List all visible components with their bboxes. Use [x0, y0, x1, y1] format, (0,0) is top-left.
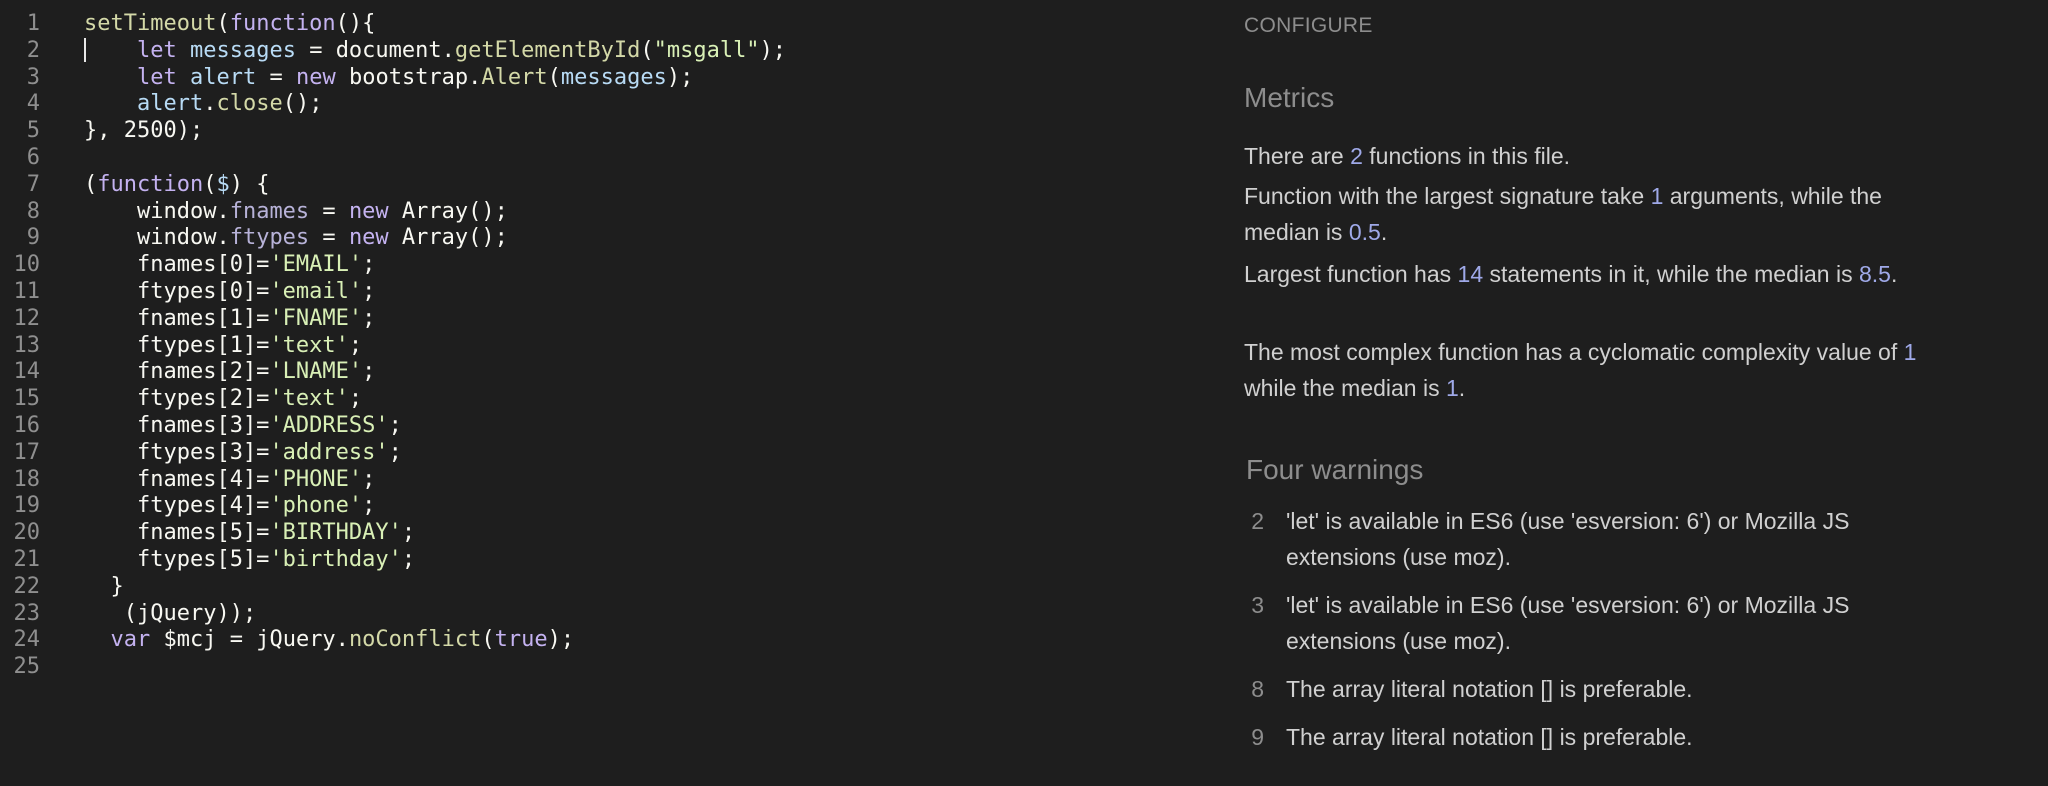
line-number: 5	[26, 118, 40, 144]
metric-function-count: There are 2 functions in this file.	[1244, 143, 1571, 169]
line-number: 19	[13, 493, 41, 519]
metric-value: 1	[1903, 339, 1917, 365]
code-text: fnames[5]='BIRTHDAY';	[84, 520, 416, 546]
line-number: 20	[13, 520, 41, 546]
warning-message: The array literal notation [] is prefera…	[1286, 676, 1693, 702]
warning-line-number: 8	[1251, 676, 1264, 702]
metric-value: 0.5	[1348, 219, 1381, 245]
line-number: 22	[13, 573, 41, 599]
metric-value: 1	[1650, 183, 1664, 209]
code-text: ftypes[3]='address';	[84, 439, 402, 465]
code-text: ftypes[1]='text';	[84, 332, 363, 358]
line-number: 17	[13, 439, 41, 465]
line-number: 3	[26, 64, 40, 90]
metric-statement-count: Largest function has 14 statements in it…	[1244, 261, 1898, 287]
code-text: ftypes[4]='phone';	[84, 493, 376, 519]
code-text: let messages = document.getElementById("…	[136, 37, 787, 63]
line-number: 1	[26, 11, 40, 36]
code-text: fnames[4]='PHONE';	[84, 466, 376, 492]
metric-cyclomatic-complexity: The most complex function has a cyclomat…	[1244, 339, 1917, 401]
warning-line-number: 2	[1251, 508, 1264, 534]
line-number: 25	[13, 654, 41, 680]
metrics-heading: Metrics	[1244, 82, 1335, 113]
code-text: ftypes[5]='birthday';	[84, 547, 416, 572]
line-number: 16	[13, 413, 41, 438]
code-text: ftypes[0]='email';	[84, 279, 376, 304]
line-number: 4	[26, 91, 40, 117]
code-text: (function($) {	[84, 171, 270, 197]
code-text: fnames[0]='EMAIL';	[84, 252, 376, 278]
warnings-heading: Four warnings	[1246, 454, 1424, 485]
metric-value: 14	[1457, 261, 1484, 287]
line-number: 15	[13, 386, 41, 412]
code-text: var $mcj = jQuery.noConflict(true);	[110, 627, 575, 653]
warning-message: 'let' is available in ES6 (use 'esversio…	[1286, 508, 1850, 570]
code-text: (jQuery));	[84, 600, 257, 626]
metric-signature-size: Function with the largest signature take…	[1244, 183, 1882, 245]
line-number: 11	[13, 279, 41, 304]
metric-value: 8.5	[1858, 261, 1891, 287]
code-text: let alert = new bootstrap.Alert(messages…	[136, 64, 694, 90]
line-number: 24	[13, 627, 41, 653]
line-number: 13	[13, 332, 41, 358]
line-number: 12	[13, 305, 41, 331]
line-number: 2	[26, 37, 40, 63]
metric-value: 1	[1446, 375, 1459, 401]
warning-message: 'let' is available in ES6 (use 'esversio…	[1286, 592, 1850, 654]
line-number: 23	[13, 600, 41, 626]
code-text: setTimeout(function(){	[84, 11, 376, 36]
code-text: fnames[3]='ADDRESS';	[84, 413, 402, 438]
warning-line-number: 3	[1251, 592, 1264, 618]
configure-link[interactable]: CONFIGURE	[1244, 14, 1373, 38]
line-number: 9	[26, 225, 40, 251]
code-text: fnames[1]='FNAME';	[84, 305, 376, 331]
code-text: }, 2500);	[84, 118, 204, 144]
code-text: window.fnames = new Array();	[84, 198, 508, 224]
code-text: }	[84, 573, 124, 599]
line-number: 7	[26, 171, 40, 197]
metric-value: 2	[1350, 143, 1363, 169]
warning-line-number: 9	[1251, 724, 1264, 750]
line-number: 6	[26, 145, 40, 170]
code-editor[interactable]: 1 setTimeout(function(){ 2 let messages = …	[0, 0, 1200, 786]
code-text: ftypes[2]='text';	[84, 386, 363, 412]
warning-message: The array literal notation [] is prefera…	[1286, 724, 1693, 750]
line-number: 21	[13, 547, 41, 572]
code-text: alert.close();	[136, 91, 323, 117]
code-text: fnames[2]='LNAME';	[84, 359, 376, 385]
line-number: 18	[13, 466, 41, 492]
line-number: 8	[26, 198, 40, 224]
line-number: 10	[13, 252, 41, 278]
code-text: window.ftypes = new Array();	[84, 225, 508, 251]
line-number: 14	[13, 359, 41, 385]
analysis-panel: CONFIGURE Metrics There are 2 functions …	[1244, 0, 1964, 786]
